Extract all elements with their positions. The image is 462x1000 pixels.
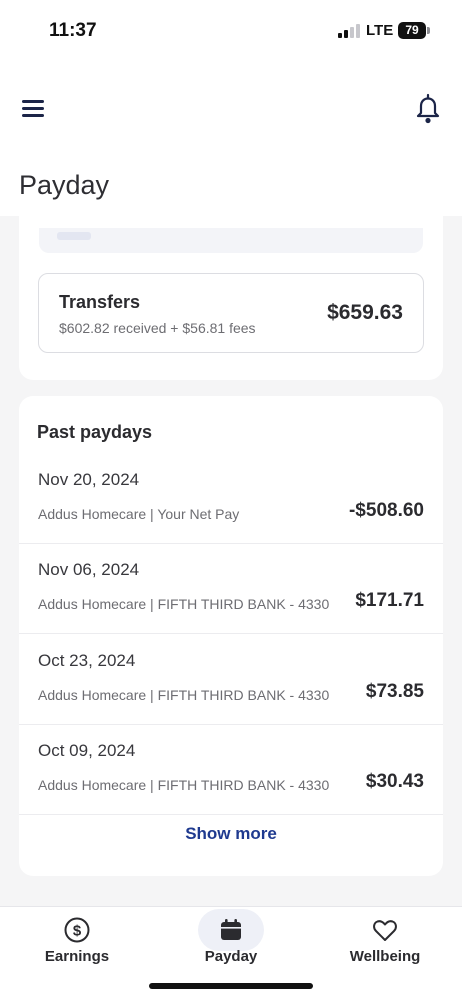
payday-date: Oct 23, 2024 (38, 651, 136, 670)
payday-row[interactable]: Nov 06, 2024 Addus Homecare | FIFTH THIR… (19, 544, 443, 634)
transfers-card[interactable]: Transfers $602.82 received + $56.81 fees… (38, 273, 424, 353)
tab-earnings-label: Earnings (44, 948, 110, 965)
payday-description: Addus Homecare | FIFTH THIRD BANK - 4330 (38, 687, 330, 703)
tab-wellbeing-label: Wellbeing (349, 948, 421, 965)
show-more-button[interactable]: Show more (19, 824, 443, 844)
status-time: 11:37 (49, 20, 97, 41)
payday-amount: $30.43 (365, 771, 424, 792)
network-type: LTE (366, 22, 394, 39)
battery-icon: 79 (398, 22, 426, 39)
menu-icon[interactable] (22, 98, 46, 118)
transfers-subtitle: $602.82 received + $56.81 fees (59, 320, 256, 336)
payday-row[interactable]: Oct 23, 2024 Addus Homecare | FIFTH THIR… (19, 635, 443, 725)
home-indicator (149, 983, 313, 989)
summary-card: Transfers $602.82 received + $56.81 fees… (19, 210, 443, 380)
tab-payday-label: Payday (204, 948, 258, 965)
payday-description: Addus Homecare | FIFTH THIRD BANK - 4330 (38, 777, 330, 793)
past-paydays-title: Past paydays (37, 422, 153, 442)
calendar-icon (216, 915, 246, 945)
payday-description: Addus Homecare | FIFTH THIRD BANK - 4330 (38, 596, 330, 612)
transfers-amount: $659.63 (327, 301, 403, 324)
payday-date: Nov 06, 2024 (38, 560, 140, 579)
payday-amount: $73.85 (365, 681, 424, 702)
payday-amount: -$508.60 (348, 500, 424, 521)
status-bar: 11:37 LTE 79 (0, 0, 462, 60)
tab-earnings[interactable]: $ Earnings (0, 907, 154, 1000)
dollar-circle-icon: $ (62, 915, 92, 945)
signal-icon (338, 24, 360, 38)
transfers-title: Transfers (59, 292, 141, 312)
payday-amount: $171.71 (355, 590, 424, 611)
tab-wellbeing[interactable]: Wellbeing (308, 907, 462, 1000)
header-area: 11:37 LTE 79 Payday (0, 0, 462, 216)
payday-row[interactable]: Nov 20, 2024 Addus Homecare | Your Net P… (19, 454, 443, 544)
payday-row[interactable]: Oct 09, 2024 Addus Homecare | FIFTH THIR… (19, 725, 443, 815)
page-title: Payday (19, 170, 110, 200)
past-paydays-card: Past paydays Nov 20, 2024 Addus Homecare… (19, 396, 443, 876)
bell-icon[interactable] (413, 92, 443, 124)
payday-date: Nov 20, 2024 (38, 470, 140, 489)
collapsed-summary-box (39, 228, 423, 253)
payday-description: Addus Homecare | Your Net Pay (38, 506, 240, 522)
svg-text:$: $ (73, 923, 82, 940)
summary-chip (57, 232, 91, 240)
heart-icon (370, 915, 400, 945)
payday-date: Oct 09, 2024 (38, 741, 136, 760)
battery-nub (427, 27, 430, 34)
